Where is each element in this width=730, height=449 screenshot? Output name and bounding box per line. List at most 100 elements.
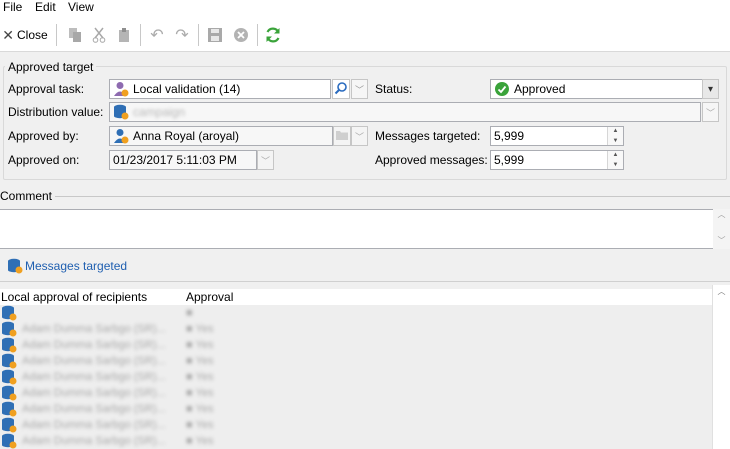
undo-icon: ↶ — [150, 27, 164, 44]
paste-button[interactable] — [113, 24, 135, 46]
cut-icon — [89, 25, 109, 45]
approval-task-dropdown-button[interactable]: ﹀ — [351, 79, 368, 99]
recipient-name: Adam Dumma Sarbgo (SR)... — [22, 435, 166, 447]
refresh-icon — [263, 25, 283, 45]
comment-textarea[interactable] — [0, 209, 730, 249]
database-icon — [113, 104, 129, 120]
recipient-icon — [1, 337, 17, 353]
scroll-up-icon: ︿ — [717, 287, 726, 296]
toolbar-separator — [257, 24, 258, 46]
recipient-name: Adam Dumma Sarbgo (SR)... — [22, 387, 166, 399]
list-row[interactable]: Adam Dumma Sarbgo (SR)... ■ Yes — [0, 433, 712, 449]
approval-task-icon — [113, 81, 129, 97]
search-icon — [334, 81, 348, 98]
approval-task-search-button[interactable] — [332, 79, 350, 99]
list-row[interactable]: Adam Dumma Sarbgo (SR)... ■ Yes — [0, 337, 712, 353]
approved-messages-spinner[interactable]: ▲ ▼ — [607, 151, 623, 169]
chevron-down-icon: ﹀ — [354, 131, 364, 142]
messages-targeted-spinner[interactable]: ▲ ▼ — [607, 127, 623, 145]
cancel-icon — [231, 25, 251, 45]
list-row[interactable]: Adam Dumma Sarbgo (SR)... ■ Yes — [0, 369, 712, 385]
list-row[interactable]: Adam Dumma Sarbgo (SR)... ■ Yes — [0, 417, 712, 433]
paste-icon — [114, 25, 134, 45]
redo-button[interactable]: ↷ — [171, 24, 193, 46]
chevron-down-icon: ▾ — [707, 83, 714, 95]
list-divider — [0, 281, 730, 282]
toolbar: ✕ Close ↶ ↷ — [0, 16, 730, 52]
approved-messages-field[interactable]: 5,999 ▲ ▼ — [490, 150, 624, 170]
recipient-approval: ■ Yes — [186, 403, 214, 415]
comment-divider — [0, 196, 730, 197]
list-row[interactable]: ■ — [0, 305, 712, 321]
recipient-icon — [1, 401, 17, 417]
toolbar-separator — [198, 24, 199, 46]
approved-on-dropdown-button[interactable]: ﹀ — [257, 150, 274, 170]
status-value: Approved — [514, 82, 566, 96]
distribution-value-field[interactable]: campaign — [109, 102, 701, 122]
list-row[interactable]: Adam Dumma Sarbgo (SR)... ■ Yes — [0, 401, 712, 417]
approved-by-value: Anna Royal (aroyal) — [133, 129, 240, 143]
menu-file[interactable]: File — [3, 0, 22, 16]
recipient-approval: ■ Yes — [186, 387, 214, 399]
cancel-button[interactable] — [230, 24, 252, 46]
messages-targeted-field[interactable]: 5,999 ▲ ▼ — [490, 126, 624, 146]
close-button[interactable]: ✕ Close — [0, 24, 50, 46]
recipient-name: Adam Dumma Sarbgo (SR)... — [22, 419, 166, 431]
approved-by-label: Approved by: — [8, 129, 79, 143]
comment-scrollbar[interactable]: ︿ ﹀ — [713, 209, 730, 249]
list-row[interactable]: Adam Dumma Sarbgo (SR)... ■ Yes — [0, 353, 712, 369]
distribution-dropdown-button[interactable]: ﹀ — [702, 102, 719, 122]
spin-down-icon: ▼ — [612, 162, 619, 168]
refresh-button[interactable] — [262, 24, 284, 46]
status-dropdown-button[interactable]: ▾ — [702, 79, 719, 99]
list-scrollbar[interactable]: ︿ — [712, 285, 730, 449]
approval-task-field[interactable]: Local validation (14) — [109, 79, 331, 99]
chevron-down-icon: ﹀ — [705, 107, 715, 118]
status-label: Status: — [375, 82, 413, 96]
recipient-icon — [1, 417, 17, 433]
approved-on-value: 01/23/2017 5:11:03 PM — [113, 153, 237, 167]
approved-by-folder-button[interactable] — [333, 126, 351, 146]
messages-targeted-link-label: Messages targeted — [25, 259, 128, 273]
menu-view[interactable]: View — [68, 0, 94, 16]
cut-button[interactable] — [88, 24, 110, 46]
approved-on-label: Approved on: — [8, 153, 80, 167]
recipient-approval: ■ Yes — [186, 339, 214, 351]
recipient-approval: ■ Yes — [186, 419, 214, 431]
recipient-approval: ■ Yes — [186, 371, 214, 383]
recipient-approval: ■ Yes — [186, 435, 214, 447]
approval-task-value: Local validation (14) — [133, 82, 241, 96]
list-row[interactable]: Adam Dumma Sarbgo (SR)... ■ Yes — [0, 385, 712, 401]
column-header-name[interactable]: Local approval of recipients — [1, 290, 147, 304]
save-icon — [205, 25, 225, 45]
approved-messages-value: 5,999 — [494, 153, 525, 167]
messages-targeted-link[interactable]: Messages targeted — [7, 258, 127, 274]
column-header-approval[interactable]: Approval — [186, 290, 233, 304]
list-header: Local approval of recipients Approval — [0, 289, 712, 305]
close-label: Close — [17, 28, 48, 42]
status-select[interactable]: Approved — [490, 79, 703, 99]
recipient-icon — [1, 385, 17, 401]
copy-button[interactable] — [64, 24, 86, 46]
folder-icon — [335, 129, 349, 144]
recipient-icon — [1, 305, 17, 321]
redo-icon: ↷ — [175, 27, 189, 44]
recipient-name: Adam Dumma Sarbgo (SR)... — [22, 355, 166, 367]
approved-by-field[interactable]: Anna Royal (aroyal) — [109, 126, 333, 146]
undo-button[interactable]: ↶ — [146, 24, 168, 46]
copy-icon — [65, 25, 85, 45]
scroll-down-icon: ﹀ — [717, 236, 726, 245]
messages-targeted-value: 5,999 — [494, 129, 525, 143]
recipient-icon — [1, 369, 17, 385]
recipients-list: ■ Adam Dumma Sarbgo (SR)... ■ Yes Adam Dumm… — [0, 305, 712, 449]
distribution-value-label: Distribution value: — [8, 105, 104, 119]
recipient-name: Adam Dumma Sarbgo (SR)... — [22, 339, 166, 351]
list-row[interactable]: Adam Dumma Sarbgo (SR)... ■ Yes — [0, 321, 712, 337]
approved-on-field[interactable]: 01/23/2017 5:11:03 PM — [109, 150, 257, 170]
menu-edit[interactable]: Edit — [35, 0, 56, 16]
approved-by-dropdown-button[interactable]: ﹀ — [351, 126, 368, 146]
spin-up-icon: ▲ — [612, 152, 619, 158]
comment-legend: Comment — [0, 188, 56, 204]
save-button[interactable] — [204, 24, 226, 46]
spin-down-icon: ▼ — [612, 138, 619, 144]
